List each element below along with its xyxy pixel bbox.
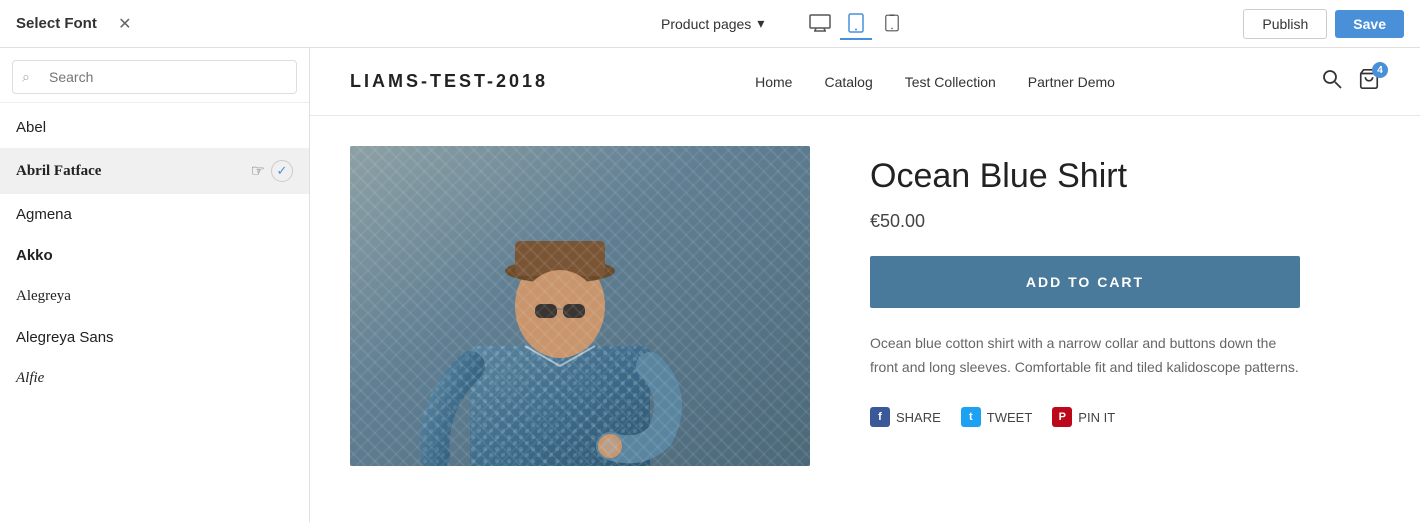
search-icon-store[interactable] (1322, 69, 1342, 94)
font-name-abel: Abel (16, 119, 293, 136)
preview-area: LIAMS-TEST-2018 Home Catalog Test Collec… (310, 48, 1420, 522)
product-image-svg (350, 146, 810, 466)
font-name-alegreya-sans: Alegreya Sans (16, 329, 293, 346)
font-list: Abel Abril Fatface ☞ ✓ Agmena Akko Alegr… (0, 103, 309, 522)
font-item-alfie[interactable]: Alfie (0, 358, 309, 399)
font-name-alegreya: Alegreya (16, 288, 293, 305)
pinterest-icon: P (1052, 407, 1072, 427)
cursor-icon: ☞ (251, 161, 265, 181)
store-header: LIAMS-TEST-2018 Home Catalog Test Collec… (310, 48, 1420, 116)
store-logo: LIAMS-TEST-2018 (350, 71, 548, 92)
store-actions: 4 (1322, 68, 1380, 95)
font-panel-title: Select Font (16, 15, 97, 32)
product-section: Ocean Blue Shirt €50.00 ADD TO CART Ocea… (310, 116, 1420, 496)
product-details: Ocean Blue Shirt €50.00 ADD TO CART Ocea… (870, 146, 1380, 427)
pinterest-share-button[interactable]: P PIN IT (1052, 407, 1115, 427)
device-icons (804, 8, 908, 40)
font-item-abel[interactable]: Abel (0, 107, 309, 148)
facebook-share-label: SHARE (896, 410, 941, 425)
search-icon: ⌕ (22, 69, 30, 86)
search-input[interactable] (12, 60, 297, 94)
top-bar-right: Publish Save (1243, 9, 1404, 39)
facebook-icon: f (870, 407, 890, 427)
nav-item-partner-demo[interactable]: Partner Demo (1028, 74, 1115, 90)
twitter-share-label: TWEET (987, 410, 1033, 425)
chevron-down-icon: ▾ (757, 15, 764, 32)
top-bar-center: Product pages ▾ (326, 8, 1243, 40)
font-item-alegreya[interactable]: Alegreya (0, 276, 309, 317)
social-share: f SHARE t TWEET P PIN IT (870, 407, 1380, 427)
cart-icon-wrapper[interactable]: 4 (1358, 68, 1380, 95)
product-image (350, 146, 810, 466)
font-name-akko: Akko (16, 247, 293, 264)
font-search-wrapper: ⌕ (0, 48, 309, 103)
font-item-abril-fatface[interactable]: Abril Fatface ☞ ✓ (0, 148, 309, 194)
font-item-akko[interactable]: Akko (0, 235, 309, 276)
twitter-icon: t (961, 407, 981, 427)
font-item-alegreya-sans[interactable]: Alegreya Sans (0, 317, 309, 358)
product-price: €50.00 (870, 211, 1380, 232)
product-image-container (350, 146, 810, 466)
product-title: Ocean Blue Shirt (870, 156, 1380, 197)
top-bar: Select Font ✕ Product pages ▾ Publish Sa… (0, 0, 1420, 48)
twitter-share-button[interactable]: t TWEET (961, 407, 1033, 427)
publish-button[interactable]: Publish (1243, 9, 1327, 39)
font-name-abril-fatface: Abril Fatface (16, 163, 251, 180)
close-font-panel-button[interactable]: ✕ (113, 12, 137, 36)
font-name-alfie: Alfie (16, 370, 293, 387)
font-panel: ⌕ Abel Abril Fatface ☞ ✓ Agmena Akko (0, 48, 310, 522)
nav-item-catalog[interactable]: Catalog (824, 74, 872, 90)
font-name-agmena: Agmena (16, 206, 293, 223)
nav-item-test-collection[interactable]: Test Collection (905, 74, 996, 90)
add-to-cart-button[interactable]: ADD TO CART (870, 256, 1300, 308)
font-panel-header: Select Font ✕ (16, 12, 326, 36)
pinterest-share-label: PIN IT (1078, 410, 1115, 425)
desktop-icon[interactable] (804, 8, 836, 40)
font-item-agmena[interactable]: Agmena (0, 194, 309, 235)
product-description: Ocean blue cotton shirt with a narrow co… (870, 332, 1300, 380)
store-nav: Home Catalog Test Collection Partner Dem… (548, 74, 1322, 90)
main-content: ⌕ Abel Abril Fatface ☞ ✓ Agmena Akko (0, 48, 1420, 522)
product-pages-dropdown[interactable]: Product pages ▾ (661, 15, 764, 32)
save-button[interactable]: Save (1335, 10, 1404, 38)
facebook-share-button[interactable]: f SHARE (870, 407, 941, 427)
mobile-icon[interactable] (876, 8, 908, 40)
product-pages-label: Product pages (661, 16, 751, 32)
font-search-container: ⌕ (12, 60, 297, 94)
cart-badge: 4 (1372, 62, 1388, 78)
tablet-icon[interactable] (840, 8, 872, 40)
font-check-abril: ✓ (271, 160, 293, 182)
nav-item-home[interactable]: Home (755, 74, 792, 90)
